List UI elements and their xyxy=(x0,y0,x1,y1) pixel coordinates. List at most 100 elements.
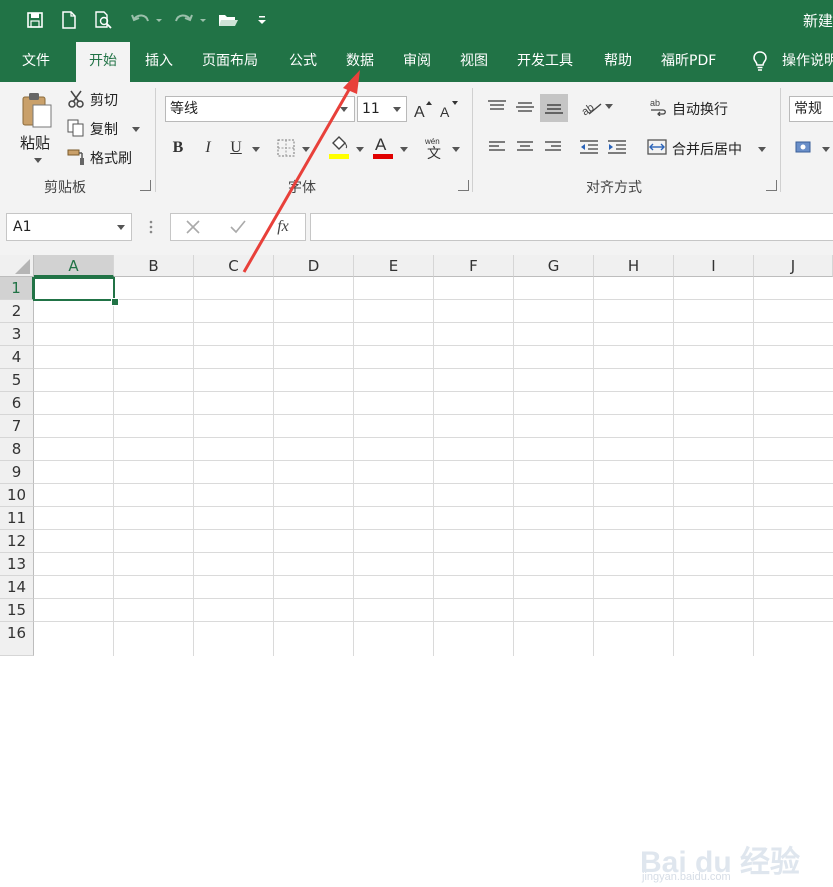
increase-font-size-icon[interactable]: A xyxy=(414,98,432,120)
tab-insert[interactable]: 插入 xyxy=(145,40,173,82)
row-header[interactable]: 16 xyxy=(0,622,34,656)
name-box[interactable]: A1 xyxy=(6,213,132,241)
select-all-corner[interactable] xyxy=(0,255,34,277)
row-header[interactable]: 5 xyxy=(0,369,34,392)
row-header[interactable]: 6 xyxy=(0,392,34,415)
tab-home[interactable]: 开始 xyxy=(76,42,130,82)
tab-review[interactable]: 审阅 xyxy=(403,40,431,82)
tell-me-search[interactable]: 操作说明 xyxy=(782,40,833,82)
row-header[interactable]: 4 xyxy=(0,346,34,369)
worksheet-grid[interactable]: A B C D E F G H I J 1 2 3 4 5 6 7 8 9 10… xyxy=(0,255,833,883)
active-cell-a1[interactable] xyxy=(33,277,115,301)
tab-data[interactable]: 数据 xyxy=(346,40,374,82)
column-header[interactable]: D xyxy=(274,255,354,277)
font-name-combo[interactable]: 等线 xyxy=(165,96,355,122)
underline-caret[interactable] xyxy=(252,147,260,152)
row-header[interactable]: 9 xyxy=(0,461,34,484)
copy-dropdown-caret[interactable] xyxy=(132,127,140,132)
gridline xyxy=(34,598,833,599)
formula-input[interactable] xyxy=(310,213,833,241)
column-header[interactable]: A xyxy=(34,255,114,277)
phonetic-guide-icon[interactable]: wén 文 xyxy=(424,136,446,160)
column-header[interactable]: J xyxy=(754,255,833,277)
tab-page-layout[interactable]: 页面布局 xyxy=(202,40,258,82)
orientation-caret[interactable] xyxy=(605,104,613,109)
align-center-icon[interactable] xyxy=(514,136,536,158)
paste-dropdown-caret[interactable] xyxy=(34,158,42,163)
column-header[interactable]: H xyxy=(594,255,674,277)
orientation-icon[interactable]: ab xyxy=(580,96,604,118)
fill-color-icon[interactable] xyxy=(328,134,350,160)
clipboard-dialog-launcher[interactable] xyxy=(140,180,151,191)
font-color-caret[interactable] xyxy=(400,147,408,152)
wrap-text-button[interactable]: 自动换行 xyxy=(672,99,728,119)
italic-icon[interactable]: I xyxy=(198,138,218,158)
formula-bar-grip-icon[interactable] xyxy=(146,216,156,238)
column-header[interactable]: B xyxy=(114,255,194,277)
row-header[interactable]: 13 xyxy=(0,553,34,576)
column-header[interactable]: F xyxy=(434,255,514,277)
accounting-format-icon[interactable] xyxy=(794,136,816,158)
font-color-icon[interactable]: A xyxy=(372,134,394,160)
customize-qat-icon[interactable] xyxy=(254,8,270,32)
align-top-icon[interactable] xyxy=(486,96,508,118)
merge-center-button[interactable]: 合并后居中 xyxy=(672,139,742,159)
row-header[interactable]: 2 xyxy=(0,300,34,323)
alignment-dialog-launcher[interactable] xyxy=(766,180,777,191)
align-bottom-icon[interactable] xyxy=(540,94,568,122)
row-header[interactable]: 10 xyxy=(0,484,34,507)
tab-developer[interactable]: 开发工具 xyxy=(517,40,573,82)
column-header[interactable]: E xyxy=(354,255,434,277)
column-header[interactable]: G xyxy=(514,255,594,277)
tab-formulas[interactable]: 公式 xyxy=(289,40,317,82)
new-file-icon[interactable] xyxy=(58,8,80,32)
border-icon[interactable] xyxy=(276,138,296,158)
column-header[interactable]: C xyxy=(194,255,274,277)
align-left-icon[interactable] xyxy=(486,136,508,158)
save-icon[interactable] xyxy=(24,8,46,32)
merge-center-caret[interactable] xyxy=(758,147,766,152)
row-header[interactable]: 12 xyxy=(0,530,34,553)
align-right-icon[interactable] xyxy=(542,136,564,158)
underline-icon[interactable]: U xyxy=(226,138,246,158)
border-caret[interactable] xyxy=(302,147,310,152)
print-preview-icon[interactable] xyxy=(92,8,116,32)
row-header[interactable]: 7 xyxy=(0,415,34,438)
redo-icon[interactable] xyxy=(170,8,210,32)
align-middle-icon[interactable] xyxy=(514,96,536,118)
copy-button[interactable]: 复制 xyxy=(90,119,118,139)
increase-indent-icon[interactable] xyxy=(606,136,628,158)
row-header[interactable]: 15 xyxy=(0,599,34,622)
row-header[interactable]: 1 xyxy=(0,277,34,300)
fill-color-caret[interactable] xyxy=(356,147,364,152)
cut-button[interactable]: 剪切 xyxy=(90,90,118,110)
column-header[interactable]: I xyxy=(674,255,754,277)
row-header[interactable]: 3 xyxy=(0,323,34,346)
paste-button[interactable]: 粘贴 xyxy=(20,132,50,153)
decrease-font-size-icon[interactable]: A xyxy=(440,98,458,120)
font-size-combo[interactable]: 11 xyxy=(357,96,407,122)
accounting-caret[interactable] xyxy=(822,147,830,152)
svg-text:ab: ab xyxy=(581,101,596,116)
tab-foxit-pdf[interactable]: 福昕PDF xyxy=(661,40,716,82)
row-header[interactable]: 8 xyxy=(0,438,34,461)
undo-icon[interactable] xyxy=(128,8,164,32)
fill-handle[interactable] xyxy=(111,298,119,306)
decrease-indent-icon[interactable] xyxy=(578,136,600,158)
phonetic-caret[interactable] xyxy=(452,147,460,152)
paste-icon[interactable] xyxy=(20,90,54,130)
row-header[interactable]: 11 xyxy=(0,507,34,530)
bold-icon[interactable]: B xyxy=(168,138,188,158)
tab-help[interactable]: 帮助 xyxy=(604,40,632,82)
enter-icon[interactable] xyxy=(227,218,249,236)
insert-function-button[interactable]: fx xyxy=(271,216,295,238)
row-header[interactable]: 14 xyxy=(0,576,34,599)
cancel-icon[interactable] xyxy=(183,218,203,236)
font-dialog-launcher[interactable] xyxy=(458,180,469,191)
format-painter-button[interactable]: 格式刷 xyxy=(90,148,132,168)
open-folder-icon[interactable] xyxy=(216,8,240,32)
number-format-combo[interactable]: 常规 xyxy=(789,96,833,122)
svg-text:wén: wén xyxy=(424,137,440,146)
tab-view[interactable]: 视图 xyxy=(460,40,488,82)
tab-file[interactable]: 文件 xyxy=(22,40,50,82)
